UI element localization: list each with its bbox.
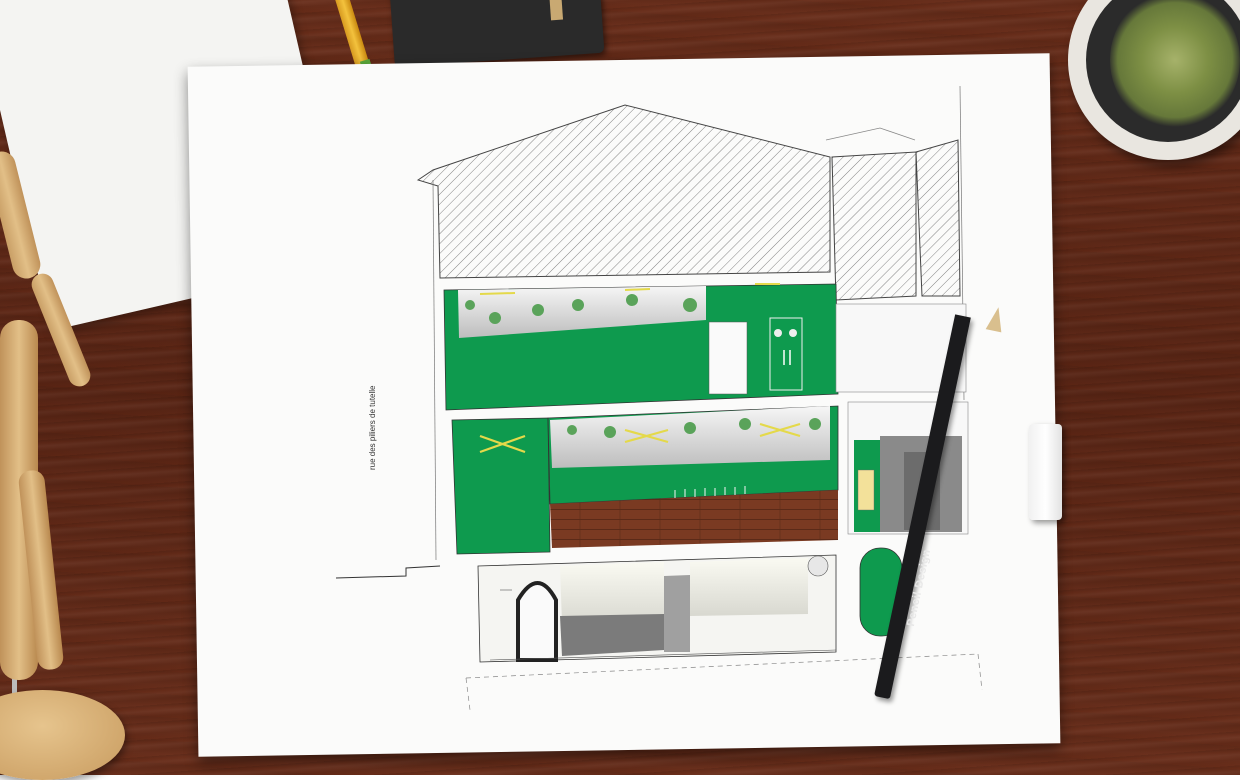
lower-elevation (477, 554, 837, 663)
architectural-plan-drawing (335, 85, 983, 711)
upper-garden-section (443, 283, 967, 411)
street-label: rue des piliers de tutelle (368, 385, 377, 471)
eraser (1029, 424, 1062, 520)
middle-garden-section (451, 405, 839, 555)
